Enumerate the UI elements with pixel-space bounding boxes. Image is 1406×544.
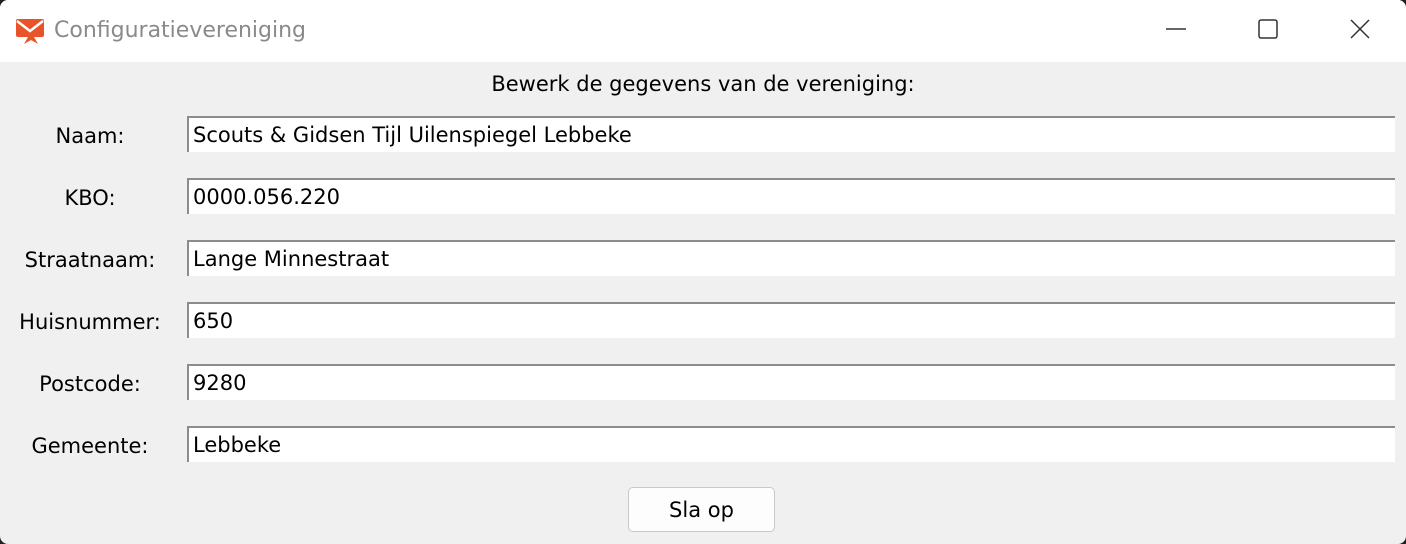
house-number-label: Huisnummer: [19,310,161,334]
close-icon [1348,17,1372,45]
maximize-icon [1256,17,1280,45]
minimize-button[interactable] [1130,0,1222,62]
envelope-icon [14,13,48,47]
street-field[interactable] [187,240,1395,276]
close-button[interactable] [1314,0,1406,62]
form-heading: Bewerk de gegevens van de vereniging: [491,72,915,96]
kbo-label: KBO: [64,186,116,210]
maximize-button[interactable] [1222,0,1314,62]
name-label: Naam: [55,124,125,148]
minimize-icon [1164,17,1188,45]
name-field[interactable] [187,116,1395,152]
save-button[interactable]: Sla op [628,487,775,532]
kbo-field[interactable] [187,178,1395,214]
house-number-field[interactable] [187,302,1395,338]
postcode-field[interactable] [187,364,1395,400]
title-bar[interactable]: Configuratievereniging [0,0,1406,62]
app-window: Configuratievereniging Bewerk de gegeven… [0,0,1406,544]
municipality-label: Gemeente: [31,434,149,458]
postcode-label: Postcode: [39,372,141,396]
window-title: Configuratievereniging [54,18,307,43]
street-label: Straatnaam: [24,248,156,272]
municipality-field[interactable] [187,426,1395,462]
